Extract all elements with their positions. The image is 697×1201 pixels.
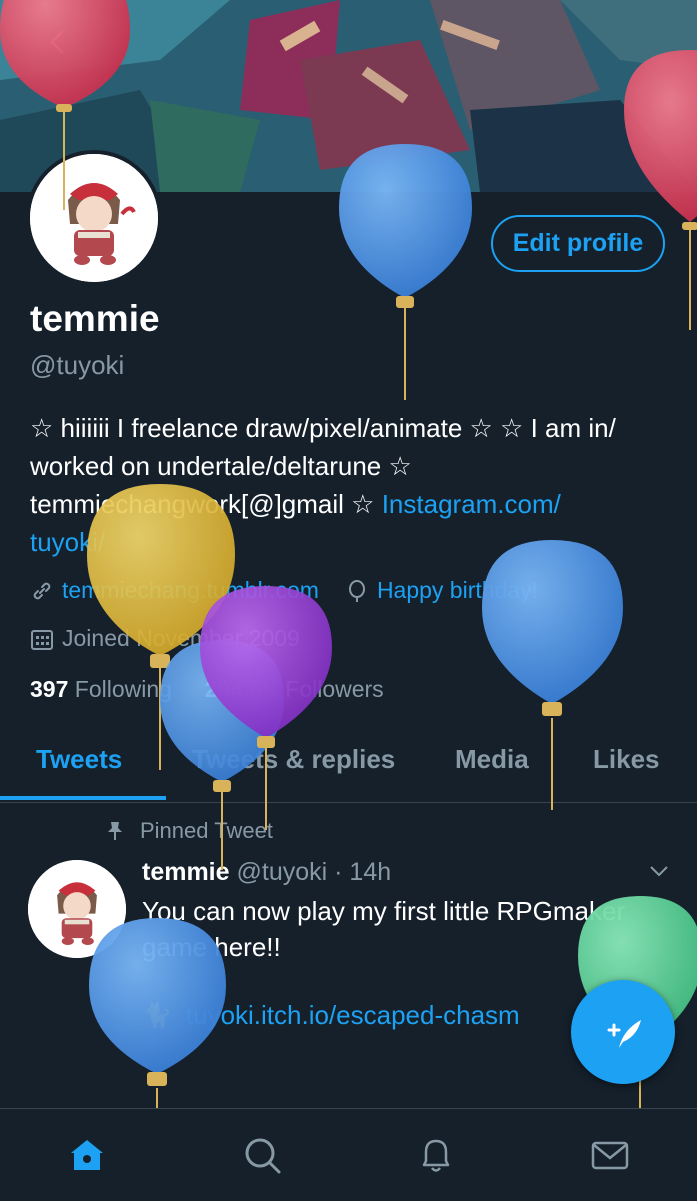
tab-tweets-replies[interactable]: Tweets & replies	[192, 744, 395, 775]
tweet-author[interactable]: temmie	[142, 858, 230, 886]
avatar-illustration	[30, 154, 158, 282]
birthday-label[interactable]: Happy birthday!	[377, 577, 538, 604]
pin-icon	[108, 822, 122, 840]
website-link[interactable]: temmiechang.tumblr.com	[62, 577, 319, 604]
bell-icon[interactable]	[416, 1135, 456, 1175]
tweet-text: You can now play my first little RPGmake…	[142, 896, 626, 962]
calendar-icon	[31, 629, 53, 650]
profile-avatar[interactable]	[26, 150, 162, 286]
profile-meta-row: temmiechang.tumblr.com Happy birthday!	[30, 577, 538, 604]
mail-icon[interactable]	[590, 1135, 630, 1175]
chevron-down-icon[interactable]	[646, 858, 672, 884]
profile-bio: ☆ hiiiiii I freelance draw/pixel/animate…	[30, 409, 680, 561]
link-icon	[33, 582, 51, 599]
cat-icon: 🐈	[142, 1002, 172, 1029]
tab-media[interactable]: Media	[455, 744, 529, 775]
edit-profile-button[interactable]: Edit profile	[491, 215, 665, 272]
compose-tweet-icon	[607, 1020, 641, 1048]
bottom-navigation	[0, 1108, 697, 1201]
followers-link[interactable]: 204.6K Followers	[205, 676, 384, 702]
joined-row: Joined November 2009	[30, 625, 300, 652]
tweet-link[interactable]: 🐈 tuyoki.itch.io/escaped-chasm	[142, 1000, 520, 1031]
avatar-illustration	[28, 860, 126, 958]
balloon-icon	[348, 579, 365, 602]
follow-counts: 397 Following 204.6K Followers	[30, 676, 384, 703]
home-icon[interactable]	[67, 1135, 107, 1175]
tweet-header: temmie @tuyoki · 14h	[142, 858, 391, 887]
tweet-time: · 14h	[334, 858, 392, 886]
profile-display-name: temmie	[30, 298, 160, 339]
profile-handle: @tuyoki	[30, 350, 125, 380]
tweet-handle[interactable]: @tuyoki	[237, 858, 328, 886]
pinned-label: Pinned Tweet	[104, 818, 273, 844]
compose-tweet-button[interactable]	[571, 980, 675, 1084]
search-icon[interactable]	[242, 1135, 282, 1175]
active-tab-indicator	[0, 796, 166, 800]
back-button[interactable]	[40, 24, 76, 60]
joined-date: Joined November 2009	[62, 625, 300, 651]
following-link[interactable]: 397 Following	[30, 676, 172, 702]
tweet-avatar[interactable]	[28, 860, 126, 958]
profile-tabs: Tweets Tweets & replies Media Likes	[0, 730, 697, 803]
chevron-left-icon	[49, 30, 64, 54]
tab-likes[interactable]: Likes	[593, 744, 660, 775]
tab-tweets[interactable]: Tweets	[36, 744, 122, 775]
